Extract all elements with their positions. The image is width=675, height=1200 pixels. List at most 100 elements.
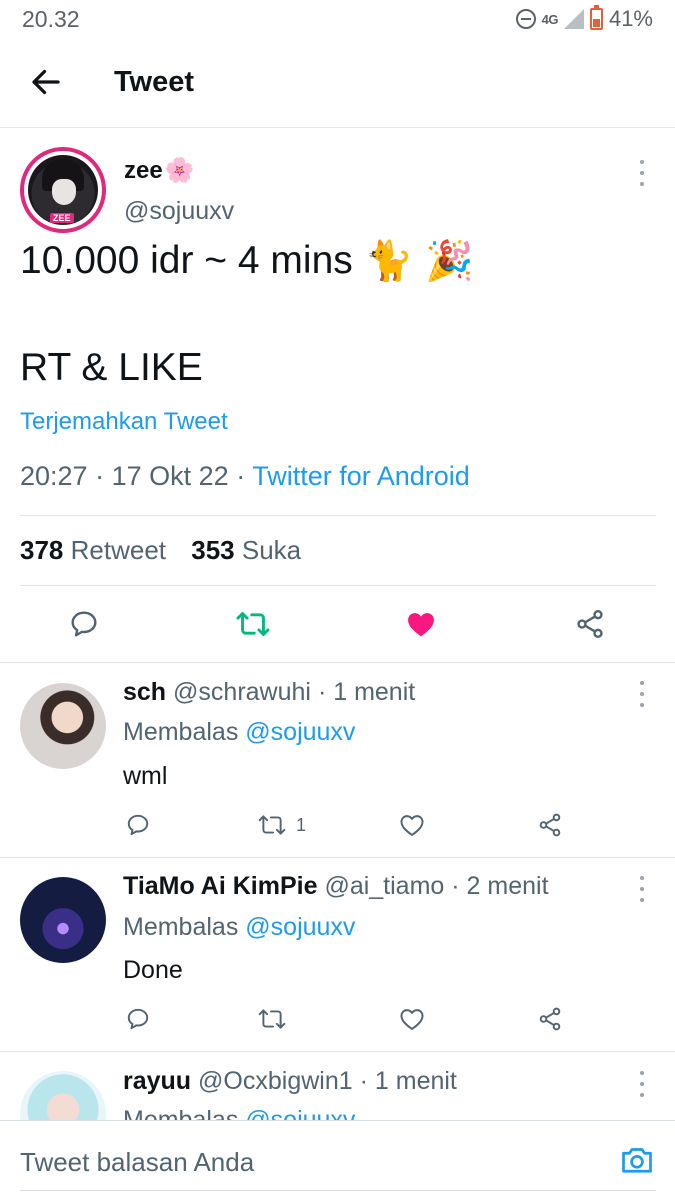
divider <box>20 585 656 586</box>
battery-percent: 41% <box>608 6 653 31</box>
replying-to-label: Membalas <box>123 913 239 941</box>
comment-icon <box>127 814 149 836</box>
reply-retweet-count: 1 <box>296 814 307 835</box>
retweet-label: Retweet <box>70 535 167 565</box>
reply-more-icon[interactable] <box>638 876 646 902</box>
reply-share-button[interactable] <box>537 1006 563 1032</box>
reply-author-name[interactable]: rayuu <box>123 1067 191 1095</box>
tweet-date: 17 Okt 22 <box>111 461 229 491</box>
retweet-icon <box>258 815 286 835</box>
reply-share-button[interactable] <box>537 812 563 838</box>
replying-to-mention[interactable]: @sojuuxv <box>245 913 355 941</box>
reply-comment-button[interactable] <box>125 812 151 838</box>
reply-header: rayuu @Ocxbigwin1 · 1 menit <box>123 1067 457 1096</box>
reply-header: TiaMo Ai KimPie @ai_tiamo · 2 menit <box>123 872 549 901</box>
retweet-button[interactable] <box>236 608 270 640</box>
reply-author-handle[interactable]: @ai_tiamo <box>324 872 444 900</box>
reply-retweet-button[interactable] <box>258 1006 296 1032</box>
reply-author-name[interactable]: sch <box>123 678 166 706</box>
status-time: 20.32 <box>22 6 80 32</box>
share-icon <box>539 813 561 837</box>
replying-to: Membalas @sojuuxv <box>123 913 355 942</box>
reply-like-button[interactable] <box>399 812 425 838</box>
reply-text: Done <box>123 956 183 984</box>
tweet-stats: 378 Retweet 353 Suka <box>20 535 301 566</box>
tweet-time: 20:27 <box>20 461 88 491</box>
divider <box>0 662 675 663</box>
reply-like-button[interactable] <box>399 1006 425 1032</box>
battery-icon <box>589 5 603 30</box>
like-count: 353 <box>191 535 235 565</box>
retweet-stat[interactable]: 378 Retweet <box>20 535 166 565</box>
page-title: Tweet <box>114 66 195 98</box>
reply-compose-bar: Tweet balasan Anda <box>0 1120 675 1200</box>
retweet-count: 378 <box>20 535 64 565</box>
heart-outline-icon <box>400 1009 424 1030</box>
back-button[interactable] <box>28 64 64 100</box>
like-label: Suka <box>241 535 302 565</box>
replying-to: Membalas @sojuuxv <box>123 718 355 747</box>
heart-outline-icon <box>400 815 424 836</box>
author-handle[interactable]: @sojuuxv <box>124 197 234 226</box>
reply-more-icon[interactable] <box>638 1071 646 1097</box>
divider <box>0 857 675 858</box>
reply-text: wml <box>123 762 168 790</box>
status-bar: 20.32 4G 41% <box>0 0 675 40</box>
reply-more-icon[interactable] <box>638 681 646 707</box>
reply-avatar[interactable] <box>20 877 106 963</box>
author-name[interactable]: zee 🌸 <box>124 156 195 185</box>
meta-separator: · <box>317 678 334 706</box>
share-icon <box>539 1007 561 1031</box>
camera-button[interactable] <box>619 1142 655 1178</box>
meta-separator: · <box>95 461 112 491</box>
status-icons: 4G 41% <box>515 5 653 32</box>
reply-comment-button[interactable] <box>125 1006 151 1032</box>
tweet-text: 10.000 idr ~ 4 mins <box>20 239 353 282</box>
camera-icon <box>622 1148 652 1173</box>
reply-time: 2 menit <box>466 872 549 900</box>
avatar-tag: ZEE <box>50 213 74 223</box>
meta-separator: · <box>451 872 467 900</box>
reply-author-handle[interactable]: @schrawuhi <box>173 678 311 706</box>
reply-retweet-button[interactable]: 1 <box>258 812 306 838</box>
divider <box>0 1051 675 1052</box>
share-icon <box>577 610 603 638</box>
divider <box>20 515 656 516</box>
reply-button[interactable] <box>68 608 100 640</box>
arrow-left-icon <box>32 69 60 95</box>
like-stat[interactable]: 353 Suka <box>191 535 301 565</box>
comment-icon <box>127 1008 149 1030</box>
tweet-text-line-1: 10.000 idr ~ 4 mins 🐈 🎉 <box>20 238 474 284</box>
reply-avatar[interactable] <box>20 683 106 769</box>
author-name-text: zee <box>124 156 163 184</box>
reply-header: sch @schrawuhi · 1 menit <box>123 678 415 707</box>
translate-tweet-link[interactable]: Terjemahkan Tweet <box>20 408 228 436</box>
top-app-bar: Tweet <box>0 40 675 128</box>
meta-separator: · <box>359 1067 375 1095</box>
reply-time: 1 menit <box>333 678 416 706</box>
reply-author-name[interactable]: TiaMo Ai KimPie <box>123 872 317 900</box>
share-button[interactable] <box>574 608 606 640</box>
meta-separator: · <box>236 461 253 491</box>
reply-author-handle[interactable]: @Ocxbigwin1 <box>198 1067 353 1095</box>
replying-to-label: Membalas <box>123 718 239 746</box>
network-type: 4G <box>541 11 559 27</box>
reply-time: 1 menit <box>374 1067 457 1095</box>
retweet-icon <box>258 1009 286 1029</box>
comment-icon <box>71 611 97 637</box>
tweet-meta: 20:27 · 17 Okt 22 · Twitter for Android <box>20 461 470 492</box>
cat-emoji: 🐈 <box>364 240 414 283</box>
retweet-icon <box>236 612 270 636</box>
like-button[interactable] <box>405 608 437 640</box>
author-avatar[interactable]: ZEE <box>20 147 106 233</box>
compose-underline <box>20 1190 656 1191</box>
replying-to-mention[interactable]: @sojuuxv <box>245 718 355 746</box>
do-not-disturb-icon <box>515 9 536 29</box>
party-popper-emoji: 🎉 <box>425 240 474 283</box>
heart-filled-icon <box>408 613 434 637</box>
cherry-blossom-emoji: 🌸 <box>164 157 195 184</box>
tweet-source-link[interactable]: Twitter for Android <box>252 461 470 491</box>
reply-input[interactable]: Tweet balasan Anda <box>20 1147 254 1178</box>
tweet-more-icon[interactable] <box>638 160 646 186</box>
signal-icon <box>563 9 584 29</box>
